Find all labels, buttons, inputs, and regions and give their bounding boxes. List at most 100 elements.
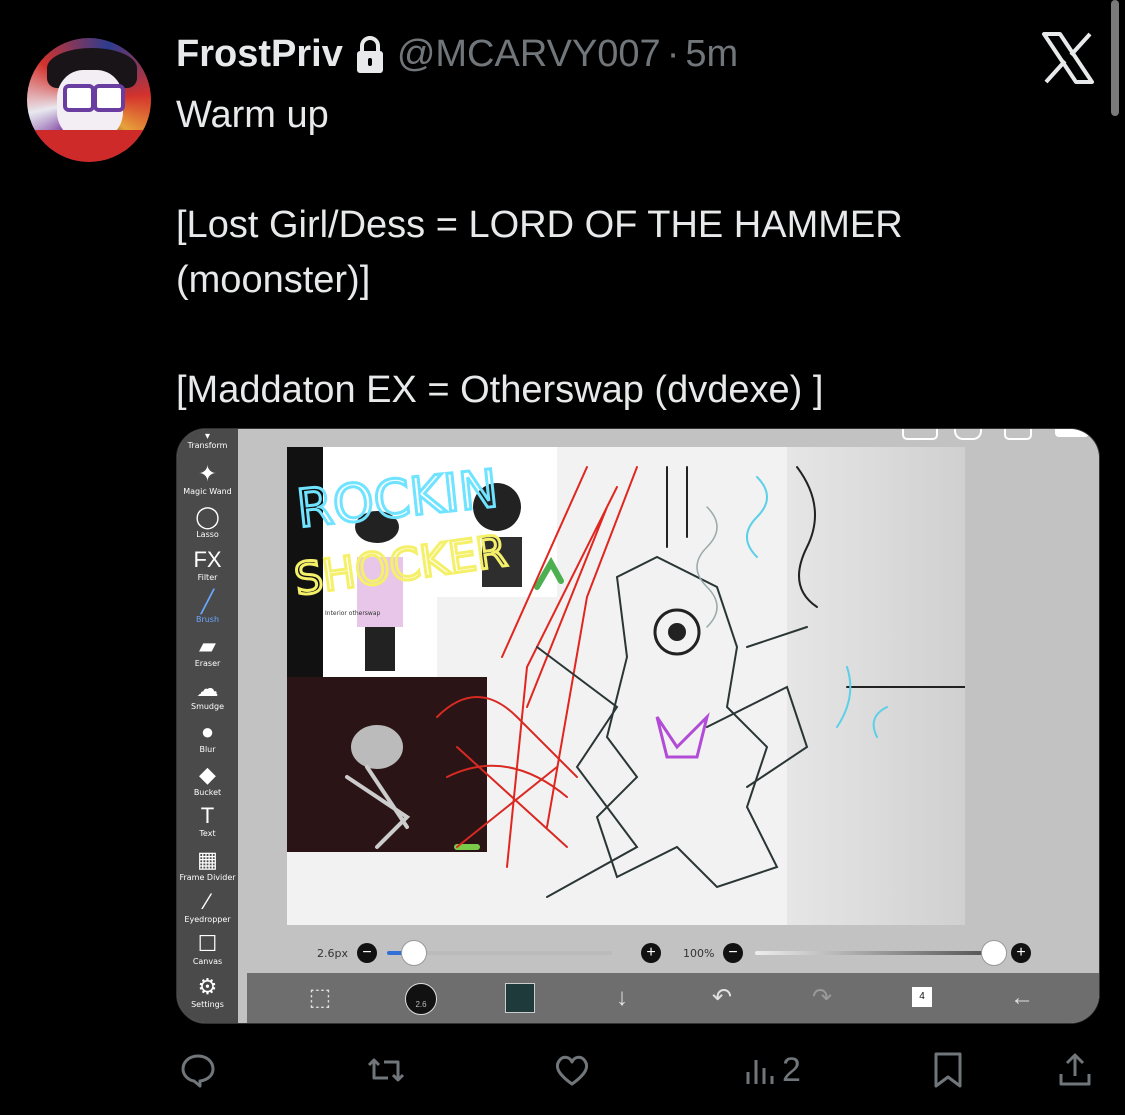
- ref-caption: Interior otherswap: [325, 610, 380, 617]
- brush-size-decrease-button[interactable]: −: [357, 943, 377, 963]
- color-swatch[interactable]: [505, 983, 535, 1013]
- tool-settings[interactable]: ⚙ Settings: [177, 974, 238, 1010]
- share-button[interactable]: [1055, 1050, 1095, 1090]
- reply-icon: [181, 1054, 215, 1088]
- bottom-toolbar: ⬚ 2.6 ↓ ↶ ↷ 4 ←: [247, 973, 1099, 1023]
- tool-magic-wand[interactable]: ✦ Magic Wand: [177, 461, 238, 497]
- canvas-icon: ☐: [197, 931, 218, 956]
- x-logo-icon[interactable]: [1040, 30, 1096, 86]
- tweet-header: FrostPriv @MCARVY007 · 5m: [176, 33, 738, 76]
- tool-label: Brush: [195, 615, 220, 624]
- redo-icon[interactable]: ↷: [807, 983, 837, 1013]
- opacity-slider[interactable]: [755, 951, 985, 955]
- tool-eraser[interactable]: ▰ Eraser: [177, 633, 238, 669]
- retweet-button[interactable]: [366, 1050, 406, 1090]
- tool-label: Lasso: [196, 530, 219, 539]
- views-icon: [746, 1060, 774, 1084]
- tool-transform[interactable]: ▾ Transform: [177, 431, 238, 451]
- avatar-glasses-right: [93, 84, 125, 112]
- tool-label: Magic Wand: [183, 487, 232, 496]
- opacity-decrease-button[interactable]: −: [723, 943, 743, 963]
- tool-eyedropper[interactable]: ⁄ Eyedropper: [177, 889, 238, 925]
- text-icon: T: [200, 803, 215, 828]
- layer-count: 4: [912, 987, 932, 1007]
- tool-label: Smudge: [190, 702, 225, 711]
- tool-label: Frame Divider: [179, 873, 236, 882]
- tool-canvas[interactable]: ☐ Canvas: [177, 931, 238, 967]
- media-image[interactable]: ROCKIN SHOCKER Interior otherswap ▾ Trans…: [176, 428, 1100, 1024]
- tool-text[interactable]: T Text: [177, 803, 238, 839]
- back-arrow-icon[interactable]: ←: [1007, 983, 1037, 1013]
- down-arrow-icon[interactable]: ↓: [607, 983, 637, 1013]
- tweet-line: [Lost Girl/Dess = LORD OF THE HAMMER: [176, 204, 903, 246]
- tool-label: Canvas: [192, 957, 223, 966]
- fx-icon: FX: [193, 547, 222, 572]
- artwork-text-rockin: ROCKIN: [294, 459, 501, 540]
- tool-label: Transform: [187, 441, 228, 450]
- like-button[interactable]: [552, 1050, 592, 1090]
- tweet-line: (moonster)]: [176, 259, 371, 301]
- opacity-increase-button[interactable]: +: [1011, 943, 1031, 963]
- sketch-strokes: ROCKIN SHOCKER Interior otherswap: [290, 458, 965, 898]
- bucket-icon: ◆: [199, 762, 216, 787]
- canvas-top-controls: [902, 429, 1089, 440]
- brush-size-label: 2.6px: [317, 947, 348, 960]
- avatar-glasses-left: [63, 84, 95, 112]
- view-count: 2: [782, 1050, 801, 1089]
- brush-size-increase-button[interactable]: +: [641, 943, 661, 963]
- share-icon: [1059, 1053, 1091, 1086]
- tool-filter[interactable]: FX Filter: [177, 547, 238, 583]
- frame-divider-icon: ▦: [197, 847, 218, 872]
- brush-preview-icon[interactable]: 2.6: [405, 983, 437, 1015]
- retweet-icon: [367, 1058, 405, 1082]
- scrollbar[interactable]: [1111, 0, 1119, 116]
- tweet-text: Warm up [Lost Girl/Dess = LORD OF THE HA…: [176, 88, 1036, 418]
- smudge-icon: ☁: [196, 676, 219, 701]
- tool-label: Text: [199, 829, 216, 838]
- tool-panel: ▾ Transform ✦ Magic Wand ◯ Lasso FX Filter ╱ Brus…: [177, 429, 238, 1023]
- tool-label: Eyedropper: [184, 915, 231, 924]
- tool-lasso[interactable]: ◯ Lasso: [177, 504, 238, 540]
- tool-smudge[interactable]: ☁ Smudge: [177, 676, 238, 712]
- tool-frame-divider[interactable]: ▦ Frame Divider: [177, 847, 238, 883]
- tool-brush[interactable]: ╱ Brush: [177, 589, 238, 625]
- lasso-icon: ◯: [195, 504, 220, 529]
- tool-label: Filter: [197, 573, 218, 582]
- tool-blur[interactable]: ● Blur: [177, 719, 238, 755]
- tool-label: Blur: [199, 745, 216, 754]
- lock-icon: [356, 35, 383, 73]
- timestamp[interactable]: 5m: [685, 33, 738, 76]
- tool-label: Bucket: [193, 788, 222, 797]
- tweet-line: [Maddaton EX = Otherswap (dvdexe) ]: [176, 369, 824, 411]
- bookmark-icon: [934, 1052, 962, 1088]
- eraser-icon: ▰: [199, 633, 216, 658]
- settings-icon: ⚙: [197, 974, 218, 999]
- tweet-line: Warm up: [176, 94, 329, 136]
- tool-label: Settings: [191, 1000, 224, 1009]
- like-icon: [555, 1055, 589, 1086]
- avatar[interactable]: [27, 38, 151, 162]
- blur-icon: ●: [200, 719, 215, 744]
- undo-icon[interactable]: ↶: [707, 983, 737, 1013]
- user-handle[interactable]: @MCARVY007: [397, 33, 661, 76]
- bookmark-button[interactable]: [928, 1050, 968, 1090]
- transform-icon: ▾: [204, 431, 211, 442]
- opacity-knob[interactable]: [981, 940, 1007, 966]
- slider-row: 2.6px − + 100% − +: [297, 937, 1077, 967]
- magic-wand-icon: ✦: [198, 461, 217, 486]
- views-button[interactable]: 2: [742, 1050, 801, 1090]
- opacity-label: 100%: [683, 947, 715, 960]
- display-name[interactable]: FrostPriv: [176, 33, 343, 76]
- selection-icon[interactable]: ⬚: [305, 983, 335, 1013]
- brush-size-badge: 2.6: [405, 983, 437, 1015]
- drawing-paper[interactable]: ROCKIN SHOCKER Interior otherswap: [287, 447, 965, 925]
- brush-icon: ╱: [200, 589, 215, 614]
- separator-dot: ·: [666, 33, 680, 75]
- tool-bucket[interactable]: ◆ Bucket: [177, 762, 238, 798]
- layers-icon[interactable]: 4: [907, 983, 937, 1013]
- action-bar: 2: [0, 1044, 1125, 1104]
- tool-label: Eraser: [194, 659, 221, 668]
- reply-button[interactable]: [178, 1050, 218, 1090]
- brush-size-knob[interactable]: [401, 940, 427, 966]
- eyedropper-icon: ⁄: [205, 889, 210, 914]
